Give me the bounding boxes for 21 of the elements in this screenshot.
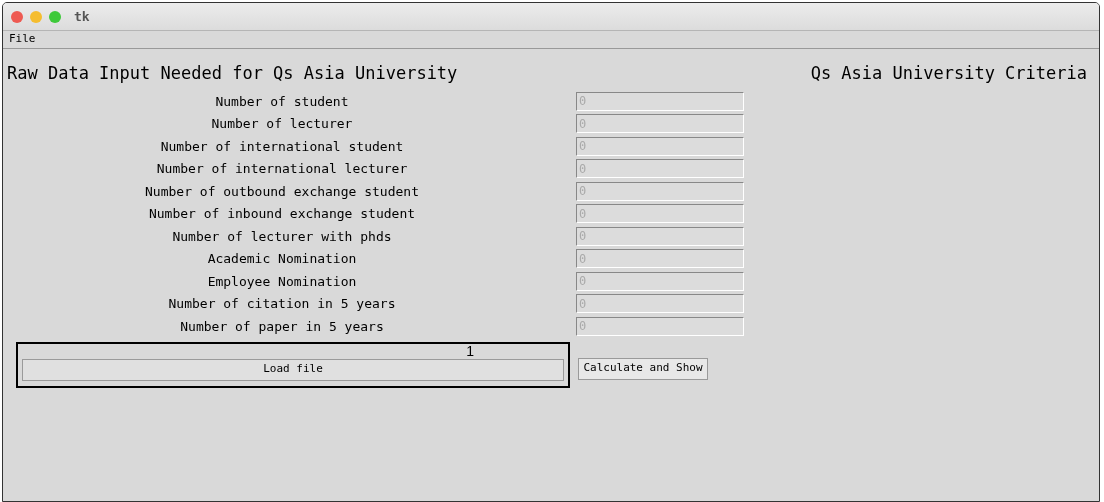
calculate-button[interactable]: Calculate and Show <box>578 357 708 380</box>
field-label: Number of citation in 5 years <box>167 295 397 313</box>
window-control-icon[interactable] <box>11 10 23 23</box>
section-heading: Qs Asia University Criteria <box>810 62 1087 86</box>
field-label: Number of lecturer with phds <box>171 227 393 246</box>
field-label: Number of outbound exchange student <box>144 182 420 201</box>
field-label: Number of international student <box>159 137 405 156</box>
menu-item[interactable]: File <box>9 31 36 48</box>
window-title: tk <box>74 7 90 26</box>
section-heading: Raw Data Input Needed for Qs Asia University <box>7 62 458 86</box>
field-label: Number of international lecturer <box>155 160 409 178</box>
field-label: Employee Nomination <box>206 272 358 291</box>
field-label: Number of lecturer <box>210 115 354 133</box>
field-label: Academic Nomination <box>206 250 358 268</box>
window-control-icon[interactable] <box>30 10 42 23</box>
window-control-icon[interactable] <box>49 10 61 23</box>
field-label: Number of student <box>214 92 350 111</box>
annotation-number: 1 <box>466 343 474 358</box>
field-label: Number of inbound exchange student <box>147 205 417 223</box>
load-file-button[interactable]: Load file <box>22 358 564 381</box>
field-label: Number of paper in 5 years <box>179 317 385 336</box>
